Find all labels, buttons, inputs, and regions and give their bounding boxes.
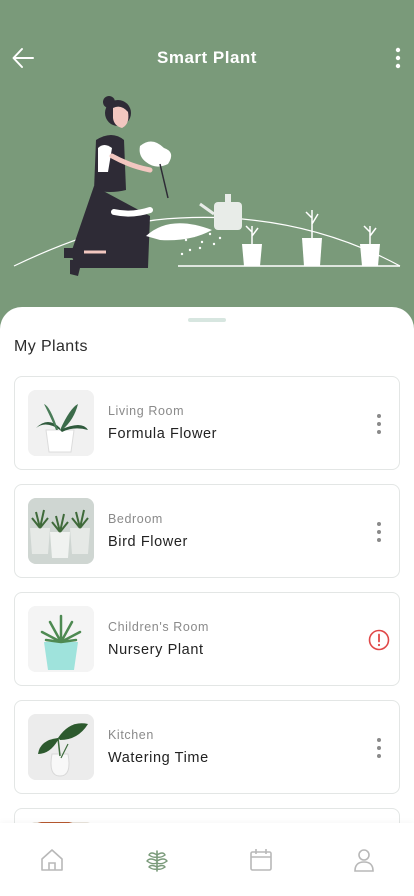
plant-room: Living Room <box>108 404 185 418</box>
bottom-tab-bar <box>0 823 414 896</box>
plant-card[interactable]: Children's Room Nursery Plant <box>14 592 400 686</box>
plant-name: Watering Time <box>108 750 209 766</box>
plant-room: Kitchen <box>108 728 154 742</box>
gardening-illustration <box>13 96 401 276</box>
plant-icon <box>146 850 168 872</box>
plants-sheet: My Plants Living Room Formula Flower Bed… <box>0 307 414 896</box>
plant-room: Children's Room <box>108 620 210 634</box>
plant-name: Bird Flower <box>108 534 188 550</box>
plant-alert-button[interactable] <box>367 626 391 654</box>
more-vertical-icon <box>377 738 381 758</box>
more-vertical-icon <box>377 522 381 542</box>
plant-image <box>28 390 94 456</box>
tab-profile[interactable] <box>349 845 379 875</box>
app-title: Smart Plant <box>157 48 257 67</box>
more-vertical-icon <box>377 414 381 434</box>
plant-image <box>28 498 94 564</box>
tab-home[interactable] <box>37 845 67 875</box>
section-title: My Plants <box>14 338 88 355</box>
plant-options-button[interactable] <box>367 734 391 762</box>
plant-card[interactable]: Kitchen Watering Time <box>14 700 400 794</box>
user-icon <box>354 849 374 872</box>
home-icon <box>41 849 63 871</box>
more-vertical-icon <box>395 47 401 69</box>
plant-options-button[interactable] <box>367 410 391 438</box>
plant-room: Bedroom <box>108 512 163 526</box>
alert-circle-icon <box>368 629 390 651</box>
plant-image <box>28 606 94 672</box>
header: Smart Plant <box>0 0 414 330</box>
calendar-icon <box>250 849 272 871</box>
plant-image <box>28 714 94 780</box>
sheet-handle[interactable] <box>188 318 226 322</box>
tab-calendar[interactable] <box>246 845 276 875</box>
tab-plants[interactable] <box>142 845 172 875</box>
plant-name: Formula Flower <box>108 426 218 442</box>
plant-card[interactable]: Living Room Formula Flower <box>14 376 400 470</box>
plant-card[interactable]: Bedroom Bird Flower <box>14 484 400 578</box>
plant-name: Nursery Plant <box>108 642 204 658</box>
more-options-button[interactable] <box>388 44 408 72</box>
plant-options-button[interactable] <box>367 518 391 546</box>
